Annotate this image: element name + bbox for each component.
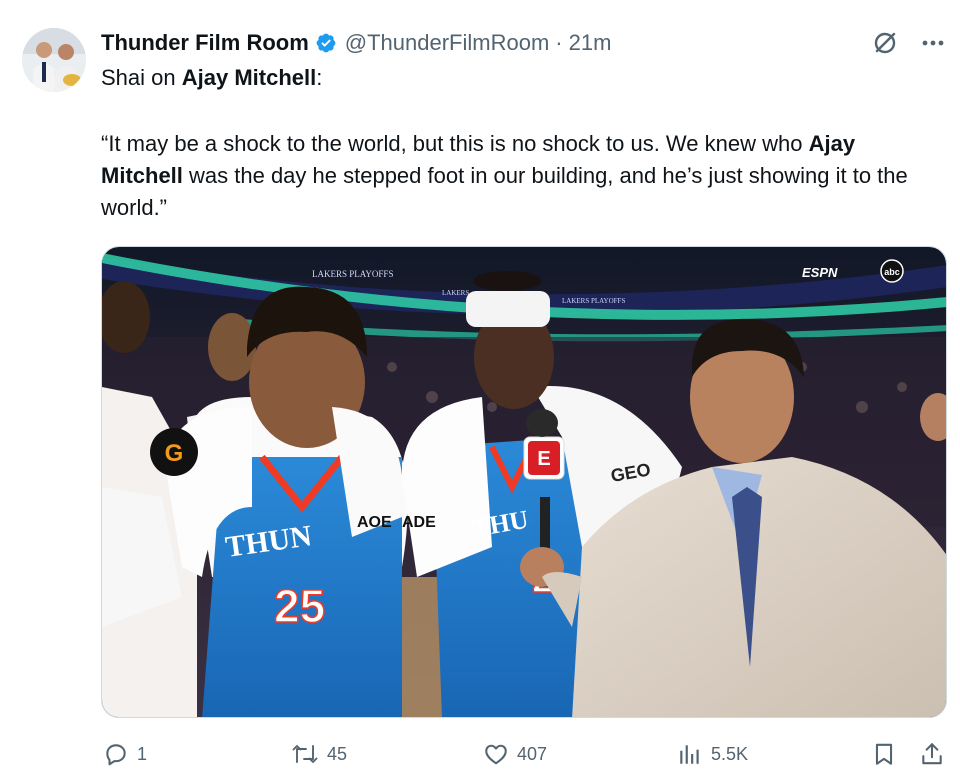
grok-icon[interactable] xyxy=(870,28,900,58)
share-icon xyxy=(919,741,945,767)
separator-dot: · xyxy=(555,30,563,55)
post-time[interactable]: 21m xyxy=(569,30,612,56)
like-count: 407 xyxy=(517,743,548,764)
share-button[interactable] xyxy=(919,736,945,772)
repost-button[interactable]: 45 xyxy=(291,736,347,772)
views-count: 5.5K xyxy=(711,743,749,764)
towel-text-left: AOE xyxy=(357,514,392,531)
post-action-bar: 1 45 407 5.5K xyxy=(101,736,947,772)
arena-banner-3: LAKERS PLAYOFFS xyxy=(562,297,625,305)
reply-count: 1 xyxy=(137,743,148,764)
verified-badge-icon xyxy=(315,32,337,54)
jersey-number-25: 25 xyxy=(274,580,325,632)
arena-banner-2: LAKERS xyxy=(442,289,469,297)
views-button[interactable]: 5.5K xyxy=(677,736,748,772)
interview-photo: LAKERS PLAYOFFS LAKERS LAKERS PLAYOFFS E… xyxy=(102,247,946,717)
mentioned-player: Ajay Mitchell xyxy=(181,65,317,90)
post-media-image[interactable]: LAKERS PLAYOFFS LAKERS LAKERS PLAYOFFS E… xyxy=(101,246,947,718)
intro-suffix: : xyxy=(316,65,323,90)
arena-banner-1: LAKERS PLAYOFFS xyxy=(312,269,393,279)
mic-flag-letter: E xyxy=(537,448,550,470)
avatar[interactable] xyxy=(22,28,86,92)
quote-part-1: “It may be a shock to the world, but thi… xyxy=(101,131,809,156)
heart-icon xyxy=(483,741,509,767)
post-header: Thunder Film Room @ThunderFilmRoom · 21m xyxy=(101,28,611,58)
reply-button[interactable]: 1 xyxy=(103,736,147,772)
user-handle[interactable]: @ThunderFilmRoom xyxy=(345,30,550,56)
intro-prefix: Shai on xyxy=(101,65,182,90)
repost-count: 45 xyxy=(327,743,348,764)
post-text-quote: “It may be a shock to the world, but thi… xyxy=(101,128,941,224)
repost-icon xyxy=(291,741,319,767)
avatar-image xyxy=(22,28,86,92)
bookmark-icon xyxy=(871,741,897,767)
like-button[interactable]: 407 xyxy=(483,736,547,772)
bookmark-button[interactable] xyxy=(871,736,897,772)
more-icon[interactable] xyxy=(920,30,946,56)
towel-text-center: ADE xyxy=(402,514,436,531)
quote-part-2: was the day he stepped foot in our build… xyxy=(101,163,908,220)
views-icon xyxy=(677,741,703,767)
post-text-intro: Shai on Ajay Mitchell: xyxy=(101,62,941,94)
network-logo-espn: ESPN xyxy=(802,265,838,280)
network-logo-abc: abc xyxy=(884,267,900,277)
reply-icon xyxy=(103,741,129,767)
display-name[interactable]: Thunder Film Room xyxy=(101,30,309,56)
post-top-actions xyxy=(870,28,946,58)
svg-text:G: G xyxy=(165,440,184,467)
